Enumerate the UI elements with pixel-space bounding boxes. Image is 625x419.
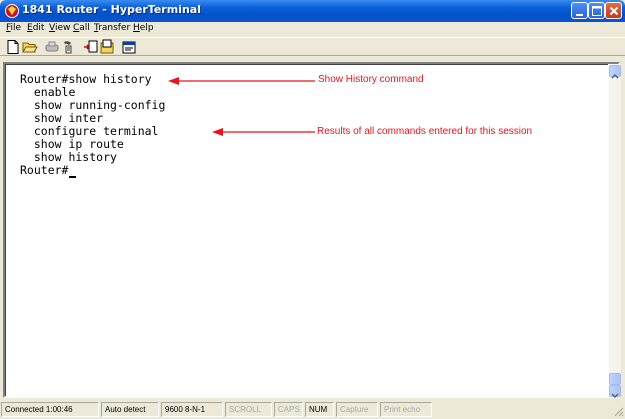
receive-icon[interactable] [99,39,115,55]
hyperterminal-app-icon[interactable] [4,3,20,19]
status-settings: 9600 8-N-1 [161,402,223,417]
toolbar [0,37,625,56]
window-title: 1841 Router - HyperTerminal [22,3,201,16]
resize-grip-icon[interactable] [612,405,624,417]
new-connection-icon[interactable] [5,39,21,55]
maximize-button[interactable] [588,2,605,19]
open-folder-icon[interactable] [22,39,38,55]
terminal-frame: Router#show history enable show running-… [3,62,621,399]
properties-icon[interactable] [121,39,137,55]
maximize-icon [592,6,602,16]
menu-file[interactable]: File [6,23,21,33]
close-button[interactable] [605,2,622,19]
disconnect-icon[interactable] [60,39,76,55]
menu-bar: File Edit View Call Transfer Help [0,22,625,37]
menu-transfer[interactable]: Transfer [94,23,130,33]
close-icon [609,6,619,16]
menu-call[interactable]: Call [73,23,90,33]
menu-edit[interactable]: Edit [27,23,44,33]
title-bar[interactable]: 1841 Router - HyperTerminal [0,0,625,22]
status-bar: Connected 1:00:46 Auto detect 9600 8-N-1… [0,400,625,419]
minimize-icon [576,14,583,16]
terminal-screen[interactable]: Router#show history enable show running-… [5,64,621,399]
send-icon[interactable] [83,39,99,55]
status-capture: Capture [336,402,378,417]
connect-icon[interactable] [44,39,60,55]
scroll-thumb[interactable] [609,373,621,385]
status-connected: Connected 1:00:46 [1,402,99,417]
vertical-scrollbar[interactable] [609,65,621,399]
menu-help[interactable]: Help [133,23,154,33]
status-scroll: SCROLL [225,402,272,417]
menu-view[interactable]: View [49,23,70,33]
status-num: NUM [305,402,334,417]
arrow-to-history-command [168,77,315,85]
scroll-up-button[interactable] [609,65,621,79]
status-print-echo: Print echo [380,402,432,417]
arrow-to-results [212,128,315,136]
annotation-history-command: Show History command [318,74,424,85]
status-detect: Auto detect [101,402,159,417]
status-caps: CAPS [274,402,303,417]
minimize-button[interactable] [571,2,588,19]
chevron-up-icon [611,73,619,79]
scroll-down-button[interactable] [609,385,621,399]
annotation-results: Results of all commands entered for this… [317,126,533,137]
annotation-arrows [168,77,315,136]
